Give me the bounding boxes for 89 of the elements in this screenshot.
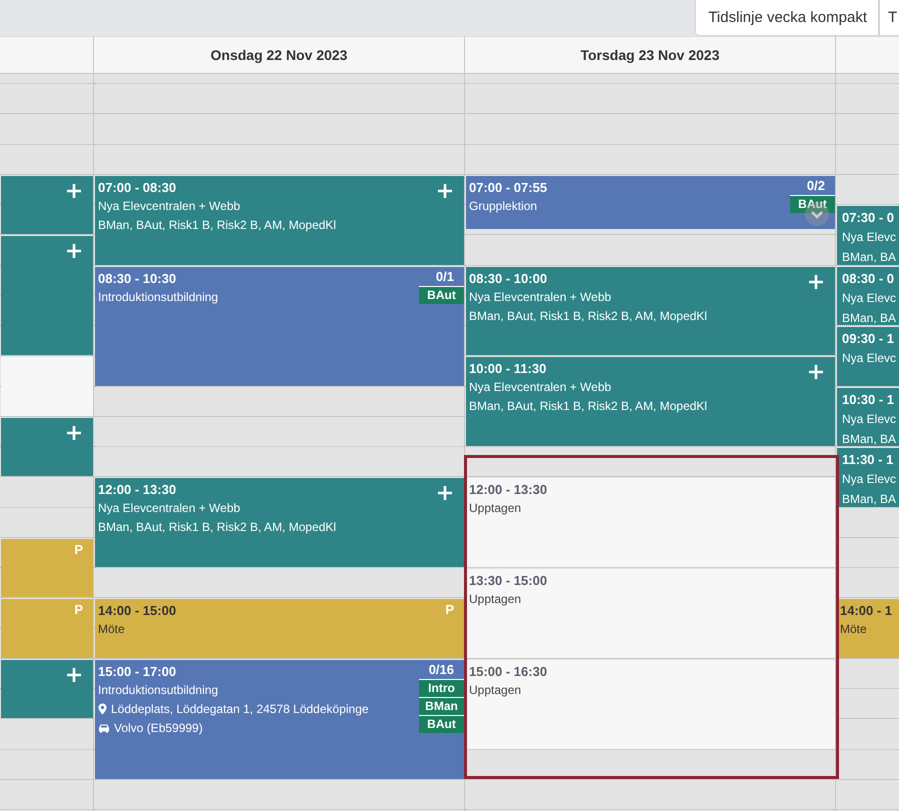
event-card[interactable]: 10:30 - 1 Nya Elevc BMan, BA <box>837 388 899 446</box>
event-title: Möte <box>840 621 867 638</box>
event-time: 12:00 - 13:30 <box>98 481 176 500</box>
event-time: 07:00 - 08:30 <box>98 178 176 197</box>
event-card[interactable]: 12:00 - 13:30 Nya Elevcentralen + Webb BMan, BAut, Risk1 B, Risk2 B, AM, MopedKl <box>95 478 464 568</box>
event-details: BMan, BA <box>842 310 896 326</box>
event-card[interactable]: 08:30 - 0 Nya Elevc BMan, BA <box>837 266 899 326</box>
event-details: BMan, BAut, Risk1 B, Risk2 B, AM, MopedKl <box>98 519 336 536</box>
plus-icon[interactable] <box>67 426 81 440</box>
private-marker: P <box>445 602 454 618</box>
event-details: BMan, BAut, Risk1 B, Risk2 B, AM, MopedKl <box>469 398 708 416</box>
event-time: 14:00 - 15:00 <box>98 602 176 620</box>
event-time: 12:00 - 13:30 <box>469 481 548 500</box>
event-title: Nya Elevc <box>842 350 896 368</box>
event-time: 15:00 - 16:30 <box>469 662 548 681</box>
event-title: Upptagen <box>469 591 522 608</box>
event-card[interactable]: 12:00 - 13:30 Upptagen <box>466 478 835 568</box>
event-time: 09:30 - 1 <box>842 330 894 348</box>
event-title: Nya Elevcentralen + Webb <box>98 500 240 518</box>
event-card[interactable] <box>1 418 93 476</box>
event-time: 08:30 - 10:00 <box>469 270 548 288</box>
booking-count: 0/2 <box>806 178 825 194</box>
plus-icon[interactable] <box>438 184 452 198</box>
event-time: 08:30 - 0 <box>842 270 894 288</box>
event-details: BMan, BA <box>842 430 896 446</box>
event-title: Introduktionsutbildning <box>98 682 218 699</box>
event-time: 13:30 - 15:00 <box>469 572 548 590</box>
event-time: 11:30 - 1 <box>842 451 894 470</box>
booking-count: 0/16 <box>428 662 454 678</box>
event-title: Introduktionsutbildning <box>98 288 218 306</box>
car-icon <box>98 723 110 734</box>
plus-icon[interactable] <box>809 274 823 289</box>
booking-count: 0/1 <box>436 268 454 285</box>
event-card[interactable]: 13:30 - 15:00 Upptagen <box>466 569 835 658</box>
event-location: Löddeplats, Löddegatan 1, 24578 Löddeköpinge <box>111 700 369 718</box>
event-title: Nya Elevc <box>842 471 896 488</box>
event-title: Nya Elevc <box>842 290 896 307</box>
event-card[interactable]: 11:30 - 1 Nya Elevc BMan, BA <box>837 448 899 507</box>
event-card[interactable]: 15:00 - 17:00 Introduktionsutbildning Löddeplats, Löddegatan 1, 24578 Löddeköpinge Volvo (Eb59999) 0/16 Intro BMan BAut <box>95 660 464 779</box>
event-card[interactable]: 15:00 - 16:30 Upptagen <box>466 660 835 749</box>
event-card[interactable]: 07:30 - 0 Nya Elevc BMan, BA <box>837 206 899 265</box>
event-time: 14:00 - 1 <box>840 602 892 620</box>
event-title: Nya Elevc <box>842 229 896 246</box>
event-time: 10:30 - 1 <box>842 390 894 409</box>
private-marker: P <box>74 542 83 557</box>
event-card[interactable]: 07:00 - 08:30 Nya Elevcentralen + Webb BMan, BAut, Risk1 B, Risk2 B, AM, MopedKl <box>95 176 464 265</box>
event-time: 10:00 - 11:30 <box>469 360 546 378</box>
event-card[interactable]: 08:30 - 10:30 Introduktionsutbildning 0/1 BAut <box>95 266 464 386</box>
plus-icon[interactable] <box>67 668 81 682</box>
event-card[interactable] <box>1 660 93 718</box>
day-heading: Torsdag 23 Nov 2023 <box>580 47 720 63</box>
event-title: Nya Elevc <box>842 410 896 428</box>
event-title: Upptagen <box>469 500 522 518</box>
event-card[interactable]: 14:00 - 15:00 Möte P <box>95 599 464 658</box>
plus-icon[interactable] <box>67 244 81 258</box>
license-tag: BAut <box>419 714 464 733</box>
plus-icon[interactable] <box>438 486 452 500</box>
plus-icon[interactable] <box>67 184 81 198</box>
license-tag: BAut <box>790 194 835 213</box>
event-vehicle: Volvo (Eb59999) <box>114 720 203 737</box>
event-card[interactable]: 07:00 - 07:55 Grupplektion 0/2 BAut <box>466 176 835 230</box>
view-button[interactable]: Tidslinje vecka kompakt <box>695 0 879 36</box>
event-card[interactable] <box>1 176 93 234</box>
event-card[interactable]: 10:00 - 11:30 Nya Elevcentralen + Webb BMan, BAut, Risk1 B, Risk2 B, AM, MopedKl <box>466 357 835 446</box>
event-details: BMan, BA <box>842 491 896 507</box>
event-details: BMan, BAut, Risk1 B, Risk2 B, AM, MopedKl <box>98 216 336 234</box>
event-time: 08:30 - 10:30 <box>98 270 176 288</box>
event-title: Möte <box>98 621 125 638</box>
event-card[interactable]: 14:00 - 1 Möte <box>837 599 899 658</box>
event-details: BMan, BA <box>842 249 896 265</box>
event-details: BMan, BAut, Risk1 B, Risk2 B, AM, MopedKl <box>469 308 708 325</box>
event-title: Upptagen <box>469 682 522 699</box>
event-title: Nya Elevcentralen + Webb <box>469 379 612 396</box>
location-pin-icon <box>98 703 107 716</box>
event-title: Nya Elevcentralen + Webb <box>98 198 240 215</box>
license-tag: BAut <box>419 286 464 304</box>
event-card[interactable]: 08:30 - 10:00 Nya Elevcentralen + Webb BMan, BAut, Risk1 B, Risk2 B, AM, MopedKl <box>466 266 835 356</box>
event-time: 07:00 - 07:55 <box>469 178 548 197</box>
view-button[interactable]: T <box>879 0 899 36</box>
event-time: 15:00 - 17:00 <box>98 662 176 681</box>
event-title: Nya Elevcentralen + Webb <box>469 288 612 306</box>
event-time: 07:30 - 0 <box>842 209 894 228</box>
day-heading: Onsdag 22 Nov 2023 <box>210 47 348 63</box>
plus-icon[interactable] <box>809 365 823 380</box>
event-card[interactable]: 09:30 - 1 Nya Elevc <box>837 327 899 386</box>
event-title: Grupplektion <box>469 198 538 215</box>
license-tag: Intro <box>419 678 464 697</box>
license-tag: BMan <box>419 696 464 715</box>
private-marker: P <box>74 602 83 618</box>
